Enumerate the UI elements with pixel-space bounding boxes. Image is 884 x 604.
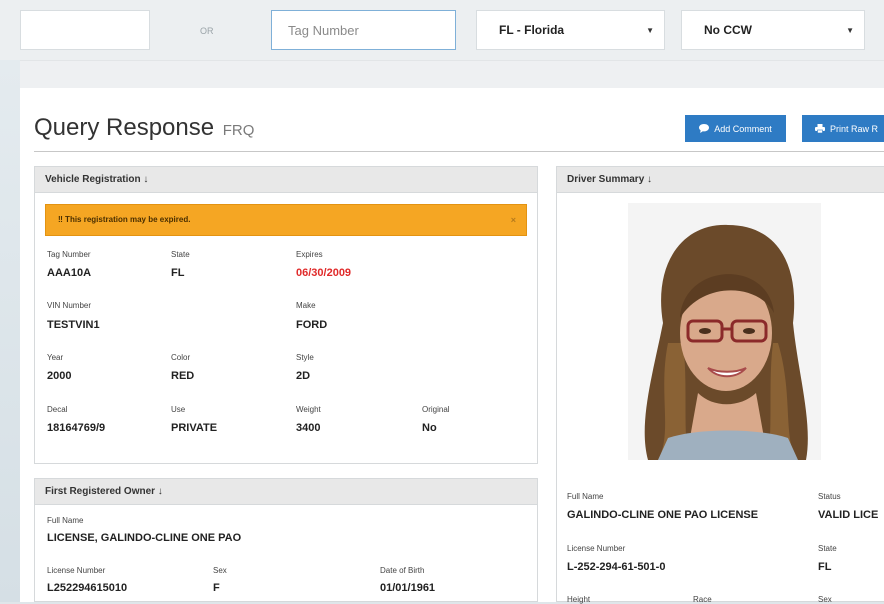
expires-label: Expires xyxy=(296,250,323,259)
driver-status-value: VALID LICE xyxy=(818,509,879,521)
driver-status-label: Status xyxy=(818,492,841,501)
driver-race-label: Race xyxy=(693,595,712,604)
color-value: RED xyxy=(171,370,195,382)
state-value: FL xyxy=(171,267,185,279)
page-subtitle: FRQ xyxy=(222,122,255,139)
state-select[interactable]: FL - Florida ▼ xyxy=(476,10,665,50)
weight-label: Weight xyxy=(296,405,321,414)
search-field-blank[interactable] xyxy=(20,10,150,50)
year-value: 2000 xyxy=(47,370,72,382)
decal-value: 18164769/9 xyxy=(47,422,106,434)
search-bar: OR FL - Florida ▼ No CCW ▼ xyxy=(0,0,884,60)
owner-sex-value: F xyxy=(213,582,220,594)
driver-license-value: L-252-294-61-501-0 xyxy=(567,561,666,573)
driver-state-value: FL xyxy=(818,561,832,573)
add-comment-button[interactable]: Add Comment xyxy=(685,115,786,142)
print-raw-label: Print Raw R xyxy=(830,123,879,134)
driver-license-label: License Number xyxy=(567,544,626,553)
main-content: Query Response FRQ Add Comment Print Raw… xyxy=(20,88,884,604)
tag-number-value: AAA10A xyxy=(47,267,92,279)
decal-label: Decal xyxy=(47,405,68,414)
print-icon xyxy=(815,124,825,133)
owner-license-value: L252294615010 xyxy=(47,582,128,594)
color-label: Color xyxy=(171,353,191,362)
vin-value: TESTVIN1 xyxy=(47,319,100,331)
expired-alert-text: ‼ This registration may be expired. xyxy=(58,215,191,224)
driver-name-label: Full Name xyxy=(567,492,604,501)
weight-value: 3400 xyxy=(296,422,321,434)
ccw-select-value: No CCW xyxy=(704,23,752,37)
background-edge xyxy=(0,60,20,602)
owner-name-value: LICENSE, GALINDO-CLINE ONE PAO xyxy=(47,532,242,544)
driver-summary-panel: Driver Summary ↓ Full Name GALINDO-CLINE… xyxy=(556,166,884,604)
state-select-value: FL - Florida xyxy=(499,23,565,37)
vin-label: VIN Number xyxy=(47,301,92,310)
tag-number-label: Tag Number xyxy=(47,250,91,259)
owner-sex-label: Sex xyxy=(213,566,227,575)
vehicle-registration-panel: Vehicle Registration ↓ ‼ This registrati… xyxy=(34,166,538,464)
page-title: Query Response FRQ xyxy=(34,114,254,142)
make-label: Make xyxy=(296,301,316,310)
driver-state-label: State xyxy=(818,544,837,553)
add-comment-label: Add Comment xyxy=(714,123,772,134)
state-label: State xyxy=(171,250,190,259)
first-registered-owner-panel: First Registered Owner ↓ Full Name LICEN… xyxy=(34,478,538,602)
toolbar-strip xyxy=(20,60,884,89)
original-value: No xyxy=(422,422,437,434)
close-icon[interactable]: × xyxy=(511,205,516,235)
driver-summary-heading[interactable]: Driver Summary ↓ xyxy=(557,167,884,193)
caret-down-icon: ▼ xyxy=(846,25,854,35)
tag-number-input[interactable] xyxy=(271,10,456,50)
use-label: Use xyxy=(171,405,186,414)
or-label: OR xyxy=(200,26,214,36)
expires-value: 06/30/2009 xyxy=(296,267,352,279)
driver-name-value: GALINDO-CLINE ONE PAO LICENSE xyxy=(567,509,759,521)
owner-heading[interactable]: First Registered Owner ↓ xyxy=(35,479,537,505)
owner-dob-value: 01/01/1961 xyxy=(380,582,436,594)
print-raw-button[interactable]: Print Raw R xyxy=(802,115,884,142)
vehicle-registration-heading[interactable]: Vehicle Registration ↓ xyxy=(35,167,537,193)
title-divider xyxy=(34,151,884,152)
driver-photo xyxy=(628,203,821,460)
comment-icon xyxy=(699,124,710,133)
use-value: PRIVATE xyxy=(171,422,218,434)
owner-license-label: License Number xyxy=(47,566,106,575)
style-value: 2D xyxy=(296,370,311,382)
page-title-text: Query Response xyxy=(34,114,215,141)
year-label: Year xyxy=(47,353,64,362)
style-label: Style xyxy=(296,353,314,362)
driver-height-label: Height xyxy=(567,595,591,604)
expired-alert: ‼ This registration may be expired. × xyxy=(45,204,527,236)
owner-name-label: Full Name xyxy=(47,516,84,525)
caret-down-icon: ▼ xyxy=(646,25,654,35)
ccw-select[interactable]: No CCW ▼ xyxy=(681,10,865,50)
original-label: Original xyxy=(422,405,450,414)
make-value: FORD xyxy=(296,319,328,331)
driver-sex-label: Sex xyxy=(818,595,832,604)
owner-dob-label: Date of Birth xyxy=(380,566,425,575)
